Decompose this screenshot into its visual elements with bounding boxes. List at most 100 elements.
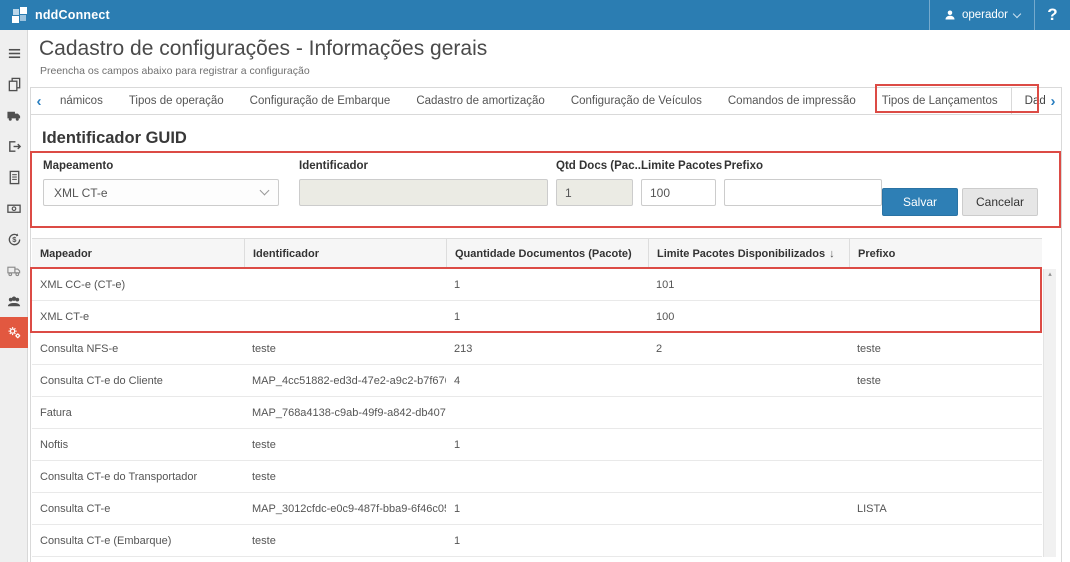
table-cell: 1 xyxy=(454,502,461,515)
mapeamento-select[interactable]: XML CT-e xyxy=(43,179,279,206)
table-cell: Fatura xyxy=(40,406,72,419)
column-header[interactable]: Limite Pacotes Disponibilizados ↓ xyxy=(648,239,849,268)
qtd-docs-label: Qtd Docs (Pac... xyxy=(556,160,645,172)
tab-comandos-de-impress-o[interactable]: Comandos de impressão xyxy=(715,88,869,114)
page-subtitle: Preencha os campos abaixo para registrar… xyxy=(40,65,310,77)
chevron-down-icon xyxy=(1012,9,1022,18)
table-cell: 1 xyxy=(454,534,461,547)
table-cell: teste xyxy=(857,342,881,355)
table-cell: 1 xyxy=(454,310,461,323)
table-cell: XML CC-e (CT-e) xyxy=(40,278,126,291)
table-row[interactable]: Noftis teste 1 xyxy=(32,429,1042,461)
prefixo-input[interactable] xyxy=(724,179,882,206)
column-header[interactable]: Quantidade Documentos (Pacote) xyxy=(446,239,648,268)
column-header[interactable]: Identificador xyxy=(244,239,446,268)
table-header: Mapeador Identificador Quantidade Document… xyxy=(32,238,1042,269)
identificador-input[interactable] xyxy=(299,179,548,206)
sort-descending-icon: ↓ xyxy=(829,247,835,260)
table-cell xyxy=(648,429,849,460)
sidebar-item-settings[interactable] xyxy=(0,317,28,348)
sidebar-item-fleet[interactable] xyxy=(0,100,28,131)
section-title: Identificador GUID xyxy=(42,129,187,147)
menu-icon xyxy=(8,48,20,59)
svg-text:$: $ xyxy=(12,235,17,244)
tab-configura-o-de-ve-culos[interactable]: Configuração de Veículos xyxy=(558,88,715,114)
sidebar-item-export[interactable] xyxy=(0,131,28,162)
table-row[interactable]: XML CC-e (CT-e) 1 101 xyxy=(32,269,1042,301)
table-cell: Noftis xyxy=(40,438,69,451)
column-header[interactable]: Mapeador xyxy=(32,239,244,268)
table-cell: Consulta CT-e do Transportador xyxy=(40,470,198,483)
document-icon xyxy=(9,170,19,185)
limite-pacotes-label: Limite Pacotes xyxy=(641,160,723,172)
table-cell: teste xyxy=(252,470,276,483)
main-content: Cadastro de configurações - Informações … xyxy=(28,30,1070,562)
table-cell: Consulta CT-e xyxy=(40,502,111,515)
sidebar-item-document[interactable] xyxy=(0,162,28,193)
tab-cadastro-de-amortiza-o[interactable]: Cadastro de amortização xyxy=(403,88,557,114)
page-title: Cadastro de configurações - Informações … xyxy=(39,37,488,60)
table-cell xyxy=(648,461,849,492)
prefixo-label: Prefixo xyxy=(724,160,763,172)
table-cell xyxy=(648,493,849,524)
help-button[interactable]: ? xyxy=(1034,0,1070,30)
tab-tipos-de-opera-o[interactable]: Tipos de operação xyxy=(116,88,237,114)
tab-tipos-de-lan-amentos[interactable]: Tipos de Lançamentos xyxy=(869,88,1011,114)
table-cell: 100 xyxy=(656,310,675,323)
table-cell: Consulta CT-e (Embarque) xyxy=(40,534,172,547)
nddconnect-logo-icon xyxy=(12,7,28,23)
tab-scroll-left-button[interactable]: ‹ xyxy=(31,88,47,114)
tab-bar: ‹ námicos Tipos de operação Configuração d… xyxy=(31,88,1061,115)
limite-pacotes-input[interactable] xyxy=(641,179,716,206)
table-body: XML CC-e (CT-e) 1 101 XML CT-e 1 100 Consulta … xyxy=(32,269,1042,557)
app-window: nddConnect operador ? $ Cadastro de conf… xyxy=(0,0,1070,562)
table-row[interactable]: Consulta CT-e (Embarque) teste 1 xyxy=(32,525,1042,557)
currency-sync-icon: $ xyxy=(8,233,20,246)
guid-form: Mapeamento XML CT-e Identificador Qtd Do… xyxy=(31,151,1061,228)
sidebar-item-billing[interactable] xyxy=(0,193,28,224)
table-cell: 101 xyxy=(656,278,675,291)
table-row[interactable]: Consulta CT-e do Cliente MAP_4cc51882-ed3… xyxy=(32,365,1042,397)
table-cell: teste xyxy=(252,534,276,547)
sidebar-item-menu[interactable] xyxy=(0,38,28,69)
truck-icon xyxy=(7,111,21,121)
sidebar-item-delivery[interactable] xyxy=(0,255,28,286)
tab-configura-o-de-embarque[interactable]: Configuração de Embarque xyxy=(237,88,404,114)
table-cell xyxy=(648,365,849,396)
table-row[interactable]: Fatura MAP_768a4138-c9ab-49f9-a842-db4070… xyxy=(32,397,1042,429)
sidebar-item-financial-sync[interactable]: $ xyxy=(0,224,28,255)
table-row[interactable]: Consulta NFS-e teste 213 2 teste xyxy=(32,333,1042,365)
brand[interactable]: nddConnect xyxy=(0,7,110,23)
table-cell: teste xyxy=(252,438,276,451)
table-cell xyxy=(849,269,1042,300)
table-cell: Consulta CT-e do Cliente xyxy=(40,374,163,387)
table-cell xyxy=(446,397,648,428)
qtd-docs-input[interactable] xyxy=(556,179,633,206)
table-cell: LISTA xyxy=(857,502,887,515)
user-menu[interactable]: operador xyxy=(928,0,1034,30)
table-row[interactable]: XML CT-e 1 100 xyxy=(32,301,1042,333)
table-row[interactable]: Consulta CT-e do Transportador teste xyxy=(32,461,1042,493)
column-header[interactable]: Prefixo xyxy=(849,239,1042,268)
tab-n-micos[interactable]: námicos xyxy=(47,88,116,114)
table-cell xyxy=(244,301,446,332)
sidebar-item-users[interactable] xyxy=(0,286,28,317)
save-button[interactable]: Salvar xyxy=(882,188,958,216)
table-cell: 213 xyxy=(454,342,473,355)
cancel-button[interactable]: Cancelar xyxy=(962,188,1038,216)
tab-dados-de-mapeamento[interactable]: Dados de Mapeamento xyxy=(1010,88,1045,114)
table-cell: 2 xyxy=(656,342,663,355)
table-cell: teste xyxy=(252,342,276,355)
copy-documents-icon xyxy=(8,77,20,92)
top-bar: nddConnect operador ? xyxy=(0,0,1070,30)
banknote-icon xyxy=(7,204,21,213)
table-scrollbar[interactable]: ▴ xyxy=(1043,269,1056,557)
brand-name: nddConnect xyxy=(35,8,110,22)
table-cell xyxy=(849,429,1042,460)
scroll-up-icon[interactable]: ▴ xyxy=(1044,269,1056,281)
table-row[interactable]: Consulta CT-e MAP_3012cfdc-e0c9-487f-bba9… xyxy=(32,493,1042,525)
sidebar-item-documents[interactable] xyxy=(0,69,28,100)
export-icon xyxy=(8,141,21,152)
tab-scroll-right-button[interactable]: › xyxy=(1045,88,1061,114)
table-cell: MAP_768a4138-c9ab-49f9-a842-db4070d39851 xyxy=(252,406,446,419)
